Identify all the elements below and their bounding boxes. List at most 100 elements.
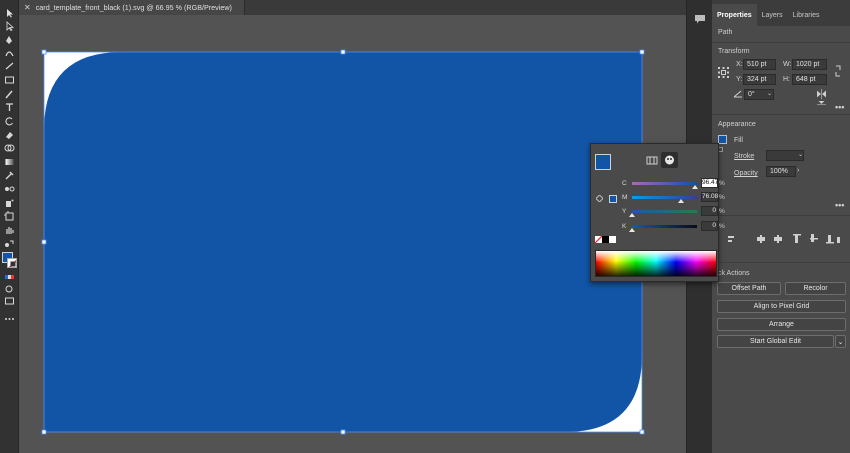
constrain-proportions-icon[interactable] <box>833 64 843 78</box>
color-spectrum[interactable] <box>595 250 717 277</box>
comments-icon[interactable] <box>694 14 706 24</box>
align-to-pixel-grid-button[interactable]: Align to Pixel Grid <box>717 300 846 313</box>
out-of-gamut-icon[interactable] <box>595 194 604 203</box>
tab-libraries[interactable]: Libraries <box>788 4 825 26</box>
opacity-label[interactable]: Opacity <box>734 170 758 177</box>
tab-layers[interactable]: Layers <box>757 4 788 26</box>
swatches-view-icon[interactable] <box>646 155 658 166</box>
channel-m-label: M <box>622 194 628 201</box>
channel-m-thumb[interactable] <box>678 199 685 203</box>
stroke-dropdown-icon[interactable]: ⌄ <box>798 151 803 158</box>
fill-label: Fill <box>734 137 743 144</box>
channel-y-value[interactable]: 0 <box>701 206 718 216</box>
w-field[interactable]: 1020 pt <box>792 59 827 70</box>
type-tool-icon[interactable] <box>4 102 15 112</box>
selected-path[interactable] <box>19 15 686 453</box>
channel-c-label: C <box>622 180 627 187</box>
selection-tool-icon[interactable] <box>4 8 15 18</box>
divider <box>712 42 850 43</box>
web-safe-swatch[interactable] <box>609 195 617 203</box>
curvature-tool-icon[interactable] <box>4 48 15 58</box>
transform-title: Transform <box>718 48 750 55</box>
channel-y-thumb[interactable] <box>629 213 635 217</box>
close-tab-icon[interactable]: ✕ <box>24 3 31 12</box>
tools-panel <box>0 0 19 453</box>
start-global-edit-button[interactable]: Start Global Edit <box>717 335 834 348</box>
recolor-button[interactable]: Recolor <box>785 282 846 295</box>
arrange-button[interactable]: Arrange <box>717 318 846 331</box>
stroke-swatch-none[interactable] <box>7 258 17 268</box>
blend-tool-icon[interactable] <box>4 184 15 194</box>
channel-y-percent: % <box>719 208 725 215</box>
canvas[interactable] <box>19 15 686 453</box>
divider <box>712 215 850 216</box>
rotate-tool-icon[interactable] <box>4 116 15 126</box>
channel-c-percent: % <box>719 180 725 187</box>
color-picker-popover: C 96.47 % M 76.08 % Y 0 % K 0 % <box>590 143 725 282</box>
flip-horizontal-icon[interactable] <box>816 89 827 99</box>
shape-builder-tool-icon[interactable] <box>4 143 15 153</box>
divider <box>712 262 850 263</box>
document-tab-title: card_template_front_black (1).svg @ 66.9… <box>35 3 232 12</box>
none-color-swatch[interactable] <box>595 236 602 243</box>
y-field[interactable]: 324 pt <box>743 74 776 85</box>
eraser-tool-icon[interactable] <box>4 130 15 140</box>
pen-tool-icon[interactable] <box>4 35 15 45</box>
direct-selection-tool-icon[interactable] <box>4 21 15 31</box>
reference-point-icon[interactable] <box>718 67 729 78</box>
channel-c-slider[interactable] <box>632 182 697 185</box>
type-on-path-tool-icon[interactable] <box>4 61 15 71</box>
channel-m-percent: % <box>719 194 725 201</box>
appearance-more-options[interactable]: ••• <box>835 200 844 210</box>
flip-vertical-icon[interactable] <box>817 100 826 108</box>
paintbrush-tool-icon[interactable] <box>4 89 15 99</box>
current-color-swatch[interactable] <box>595 154 611 170</box>
symbol-sprayer-tool-icon[interactable] <box>4 198 15 208</box>
channel-m-value[interactable]: 76.08 <box>701 192 718 202</box>
h-label: H: <box>783 76 790 83</box>
black-color-swatch[interactable] <box>602 236 609 243</box>
hand-tool-icon[interactable] <box>4 225 15 235</box>
global-edit-dropdown-icon[interactable]: ⌄ <box>835 335 846 348</box>
channel-c-value[interactable]: 96.47 <box>701 178 718 188</box>
h-field[interactable]: 648 pt <box>792 74 827 85</box>
eyedropper-tool-icon[interactable] <box>4 170 15 180</box>
tab-properties[interactable]: Properties <box>712 4 757 26</box>
color-mode-icon[interactable] <box>4 272 15 282</box>
color-mixer-view-icon[interactable] <box>661 152 678 168</box>
channel-k-thumb[interactable] <box>629 228 635 232</box>
quick-actions-title: ck Actions <box>718 270 750 277</box>
y-label: Y: <box>736 76 743 83</box>
object-type-label: Path <box>718 29 733 36</box>
channel-y-slider[interactable] <box>632 210 697 213</box>
angle-dropdown-icon[interactable]: ⌄ <box>767 90 772 97</box>
rotate-angle-icon <box>733 90 743 98</box>
transform-more-options[interactable]: ••• <box>835 102 844 112</box>
channel-y-label: Y <box>622 208 627 215</box>
channel-k-percent: % <box>719 223 725 230</box>
draw-mode-icon[interactable] <box>4 284 15 294</box>
fill-color-swatch[interactable] <box>718 135 727 144</box>
document-tab-bar: ✕ card_template_front_black (1).svg @ 66… <box>19 0 686 15</box>
align-buttons <box>726 233 846 245</box>
opacity-expand-icon[interactable]: › <box>797 167 799 174</box>
channel-m-slider[interactable] <box>632 196 697 199</box>
channel-c-thumb[interactable] <box>691 185 698 189</box>
white-color-swatch[interactable] <box>609 236 616 243</box>
offset-path-button[interactable]: Offset Path <box>717 282 781 295</box>
channel-k-slider[interactable] <box>632 225 697 228</box>
screen-mode-icon[interactable] <box>4 296 15 306</box>
document-tab[interactable]: ✕ card_template_front_black (1).svg @ 66… <box>19 0 245 15</box>
x-field[interactable]: 510 pt <box>743 59 776 70</box>
properties-panel: Properties Layers Libraries Path Transfo… <box>712 0 850 453</box>
gradient-tool-icon[interactable] <box>4 157 15 167</box>
rectangle-tool-icon[interactable] <box>4 75 15 85</box>
channel-k-value[interactable]: 0 <box>701 221 718 231</box>
edit-toolbar-icon[interactable] <box>4 314 15 324</box>
opacity-field[interactable]: 100% <box>766 166 796 177</box>
divider <box>712 114 850 115</box>
stroke-label[interactable]: Stroke <box>734 153 754 160</box>
artboard-tool-icon[interactable] <box>4 211 15 221</box>
w-label: W: <box>783 61 792 68</box>
swap-colors-icon[interactable] <box>4 239 15 249</box>
